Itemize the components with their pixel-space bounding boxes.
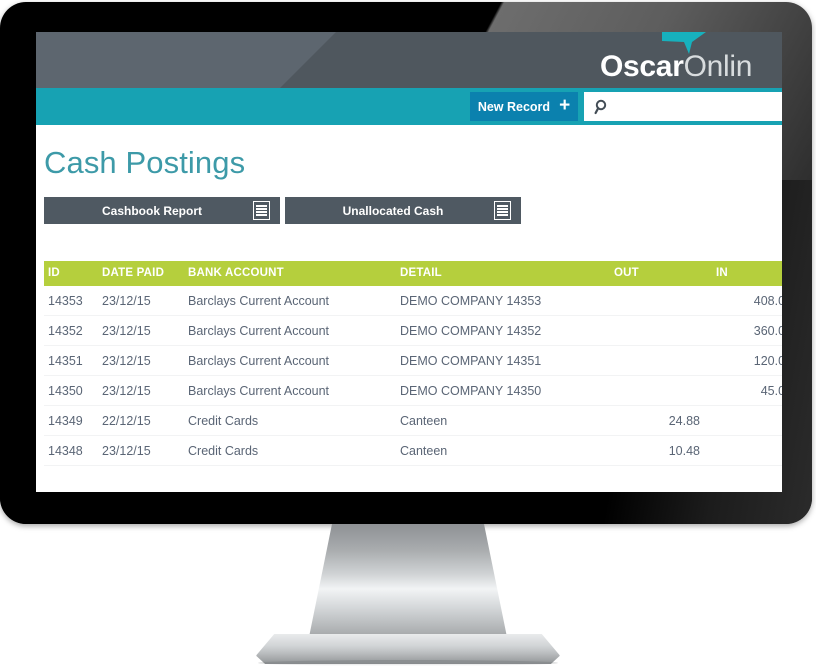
table-row[interactable]: 14351 23/12/15 Barclays Current Account DEM… xyxy=(44,345,782,376)
cell-id: 14352 xyxy=(44,315,102,346)
monitor-stand-neck xyxy=(308,524,508,642)
cell-detail: DEMO COMPANY 14352 xyxy=(400,315,614,346)
cell-in: 408.00 xyxy=(716,286,782,316)
action-bar: New Record + xyxy=(36,88,782,125)
table-row[interactable]: 14352 23/12/15 Barclays Current Account DEM… xyxy=(44,315,782,346)
document-icon xyxy=(253,201,270,220)
cell-detail: DEMO COMPANY 14350 xyxy=(400,375,614,406)
cell-detail: Canteen xyxy=(400,435,614,466)
column-header-bank-account[interactable]: BANK ACCOUNT xyxy=(188,261,400,286)
report-button-group: Cashbook Report Unallocated Cash xyxy=(44,197,521,224)
cell-out xyxy=(614,345,716,376)
cell-date-paid: 23/12/15 xyxy=(102,345,188,376)
cell-id: 14350 xyxy=(44,375,102,406)
page-body: Cash Postings Cashbook Report Unallocate… xyxy=(36,125,782,492)
cell-bank-account: Barclays Current Account xyxy=(188,286,400,316)
brand-logo-primary: Oscar xyxy=(600,50,684,83)
cell-date-paid: 23/12/15 xyxy=(102,286,188,316)
cell-detail: Canteen xyxy=(400,405,614,436)
cell-id: 14348 xyxy=(44,435,102,466)
screen: OscarOnlin New Record + Cash Postings Ca… xyxy=(36,32,782,492)
new-record-label: New Record xyxy=(477,99,551,114)
cell-in xyxy=(716,435,782,466)
cashbook-report-label: Cashbook Report xyxy=(101,203,202,218)
new-record-button[interactable]: New Record + xyxy=(470,92,578,121)
unallocated-cash-label: Unallocated Cash xyxy=(342,203,444,218)
cell-detail: DEMO COMPANY 14353 xyxy=(400,286,614,316)
cell-id: 14353 xyxy=(44,286,102,316)
column-header-in[interactable]: IN xyxy=(716,261,782,286)
cell-in: 45.00 xyxy=(716,375,782,406)
cell-date-paid: 23/12/15 xyxy=(102,315,188,346)
table-row[interactable]: 14348 23/12/15 Credit Cards Canteen 10.48 xyxy=(44,435,782,466)
search-input[interactable] xyxy=(610,91,782,122)
unallocated-cash-button[interactable]: Unallocated Cash xyxy=(285,197,521,224)
app-header: OscarOnlin xyxy=(36,32,782,88)
brand-logo-text: OscarOnlin xyxy=(600,50,752,84)
table-header: ID DATE PAID BANK ACCOUNT DETAIL OUT IN xyxy=(44,261,782,286)
cashbook-report-button[interactable]: Cashbook Report xyxy=(44,197,280,224)
cell-id: 14349 xyxy=(44,405,102,436)
cell-date-paid: 23/12/15 xyxy=(102,435,188,466)
search-icon xyxy=(594,99,607,114)
cell-bank-account: Credit Cards xyxy=(188,435,400,466)
monitor-stand-shadow xyxy=(258,660,558,666)
document-icon xyxy=(494,201,511,220)
cell-detail: DEMO COMPANY 14351 xyxy=(400,345,614,376)
cell-date-paid: 23/12/15 xyxy=(102,375,188,406)
column-header-id[interactable]: ID xyxy=(44,261,102,286)
cell-in: 120.00 xyxy=(716,345,782,376)
cell-bank-account: Barclays Current Account xyxy=(188,375,400,406)
cell-in xyxy=(716,405,782,436)
cell-out xyxy=(614,286,716,316)
page-title: Cash Postings xyxy=(44,145,246,180)
cell-bank-account: Barclays Current Account xyxy=(188,315,400,346)
column-header-detail[interactable]: DETAIL xyxy=(400,261,614,286)
cell-out: 24.88 xyxy=(614,405,716,436)
cell-in: 360.00 xyxy=(716,315,782,346)
table-body: 14353 23/12/15 Barclays Current Account DEM… xyxy=(44,286,782,466)
cell-out xyxy=(614,375,716,406)
cell-bank-account: Barclays Current Account xyxy=(188,345,400,376)
cell-date-paid: 22/12/15 xyxy=(102,405,188,436)
plus-icon: + xyxy=(559,95,571,116)
brand-logo[interactable]: OscarOnlin xyxy=(586,32,782,88)
cell-out xyxy=(614,315,716,346)
cell-out: 10.48 xyxy=(614,435,716,466)
column-header-out[interactable]: OUT xyxy=(614,261,716,286)
cell-bank-account: Credit Cards xyxy=(188,405,400,436)
table-row[interactable]: 14353 23/12/15 Barclays Current Account DEM… xyxy=(44,286,782,316)
cell-id: 14351 xyxy=(44,345,102,376)
brand-logo-secondary: Onlin xyxy=(683,50,753,83)
table-row[interactable]: 14350 23/12/15 Barclays Current Account DEM… xyxy=(44,375,782,406)
column-header-date-paid[interactable]: DATE PAID xyxy=(102,261,188,286)
table-row[interactable]: 14349 22/12/15 Credit Cards Canteen 24.88 xyxy=(44,405,782,436)
search-box[interactable] xyxy=(584,91,782,122)
monitor-scene: OscarOnlin New Record + Cash Postings Ca… xyxy=(0,0,816,670)
table-header-row: ID DATE PAID BANK ACCOUNT DETAIL OUT IN xyxy=(44,261,782,286)
cash-postings-table: ID DATE PAID BANK ACCOUNT DETAIL OUT IN … xyxy=(44,261,782,466)
